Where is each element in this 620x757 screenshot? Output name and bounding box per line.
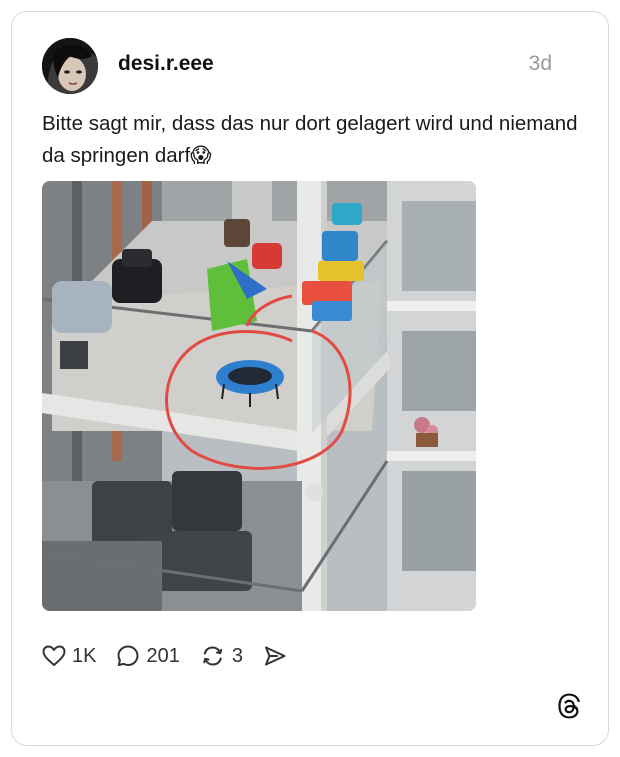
repost-count: 3 [231, 644, 243, 667]
like-button[interactable]: 1K [42, 645, 96, 668]
heart-icon [42, 645, 66, 666]
avatar[interactable] [42, 38, 98, 94]
share-icon [264, 646, 286, 666]
repost-icon [203, 646, 223, 666]
post-card: desi.r.eee 3d Bitte sagt mir, dass das n… [11, 11, 609, 746]
reply-button[interactable]: 201 [116, 644, 180, 668]
threads-logo-icon[interactable] [556, 693, 582, 719]
like-count: 1K [72, 644, 97, 667]
post-time: 3d [528, 52, 552, 75]
post-actions: 1K 201 3 [42, 642, 307, 670]
post-image[interactable] [42, 181, 476, 611]
avatar-image [42, 38, 98, 94]
repost-button[interactable]: 3 [200, 644, 243, 668]
comment-icon [117, 645, 139, 666]
username[interactable]: desi.r.eee [118, 52, 214, 76]
reply-count: 201 [146, 644, 180, 667]
share-button[interactable] [263, 645, 287, 667]
post-text: Bitte sagt mir, dass das nur dort gelage… [42, 112, 578, 167]
balcony-photo [42, 181, 476, 611]
